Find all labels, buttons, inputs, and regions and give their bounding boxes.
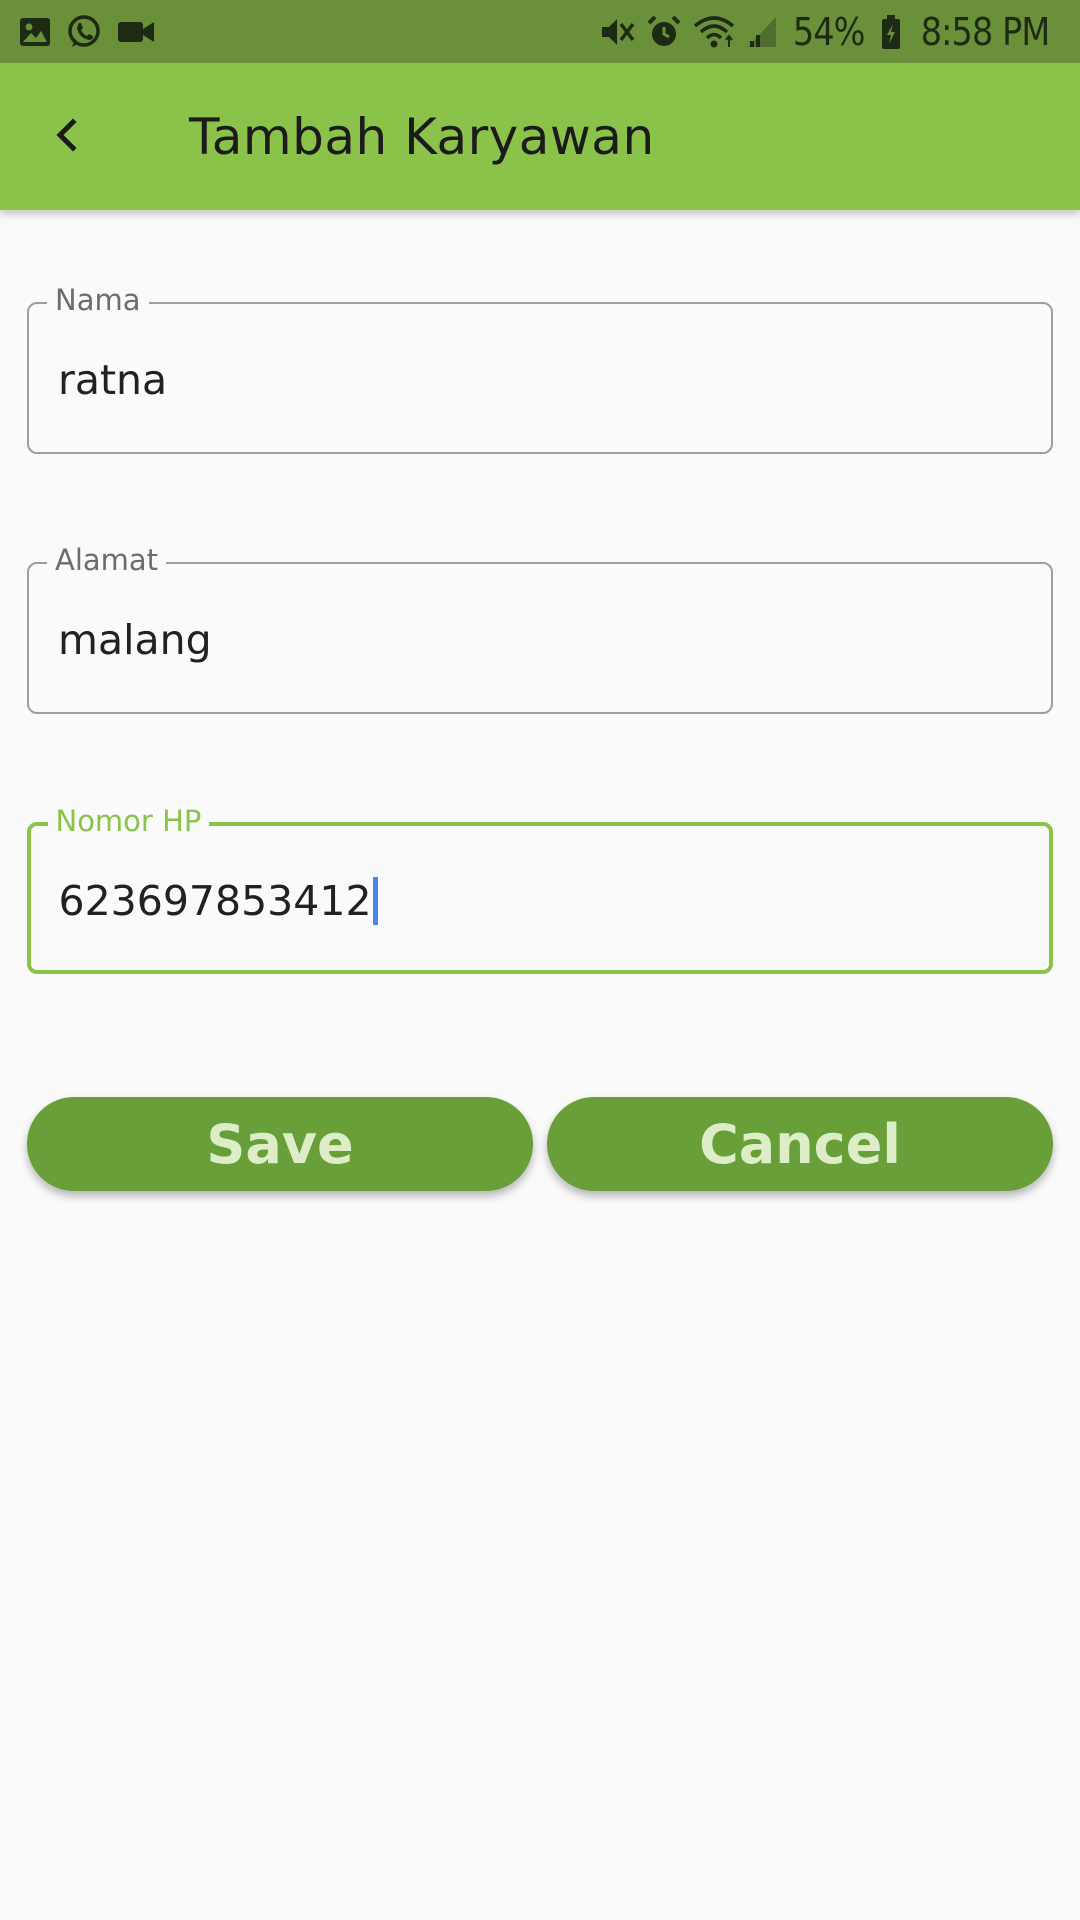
battery-icon — [880, 14, 902, 50]
back-button[interactable] — [34, 103, 102, 171]
gallery-icon — [18, 15, 52, 49]
status-bar: 54% 8:58 PM — [0, 0, 1080, 63]
address-field[interactable]: Alamat malang — [27, 542, 1053, 714]
system-icons: 54% 8:58 PM — [598, 8, 1058, 56]
address-input-value: malang — [58, 616, 212, 664]
name-field-label: Nama — [47, 282, 149, 318]
cancel-button[interactable]: Cancel — [547, 1097, 1053, 1191]
text-cursor — [372, 876, 378, 925]
address-field-label: Alamat — [47, 542, 167, 578]
phone-field-label: Nomor HP — [47, 802, 210, 839]
app-bar: Tambah Karyawan — [0, 63, 1080, 210]
save-button[interactable]: Save — [27, 1097, 533, 1191]
phone-field[interactable]: Nomor HP 623697853412 — [27, 802, 1053, 974]
whatsapp-icon — [66, 14, 102, 50]
notification-icons — [18, 12, 156, 52]
vibrate-icon — [598, 14, 636, 50]
chevron-left-icon — [48, 115, 88, 160]
video-camera-icon — [116, 17, 156, 47]
phone-input[interactable]: 623697853412 — [59, 871, 378, 931]
name-field[interactable]: Nama ratna — [27, 282, 1053, 454]
page-title: Tambah Karyawan — [189, 108, 655, 166]
name-input[interactable]: ratna — [58, 350, 167, 410]
signal-icon — [746, 15, 778, 49]
alarm-icon — [646, 14, 682, 50]
name-input-value: ratna — [58, 356, 168, 404]
address-input[interactable]: malang — [58, 610, 212, 670]
phone-input-value: 623697853412 — [58, 876, 372, 925]
wifi-icon — [692, 14, 736, 50]
battery-percent: 54% — [793, 10, 866, 54]
clock: 8:58 PM — [920, 10, 1050, 54]
